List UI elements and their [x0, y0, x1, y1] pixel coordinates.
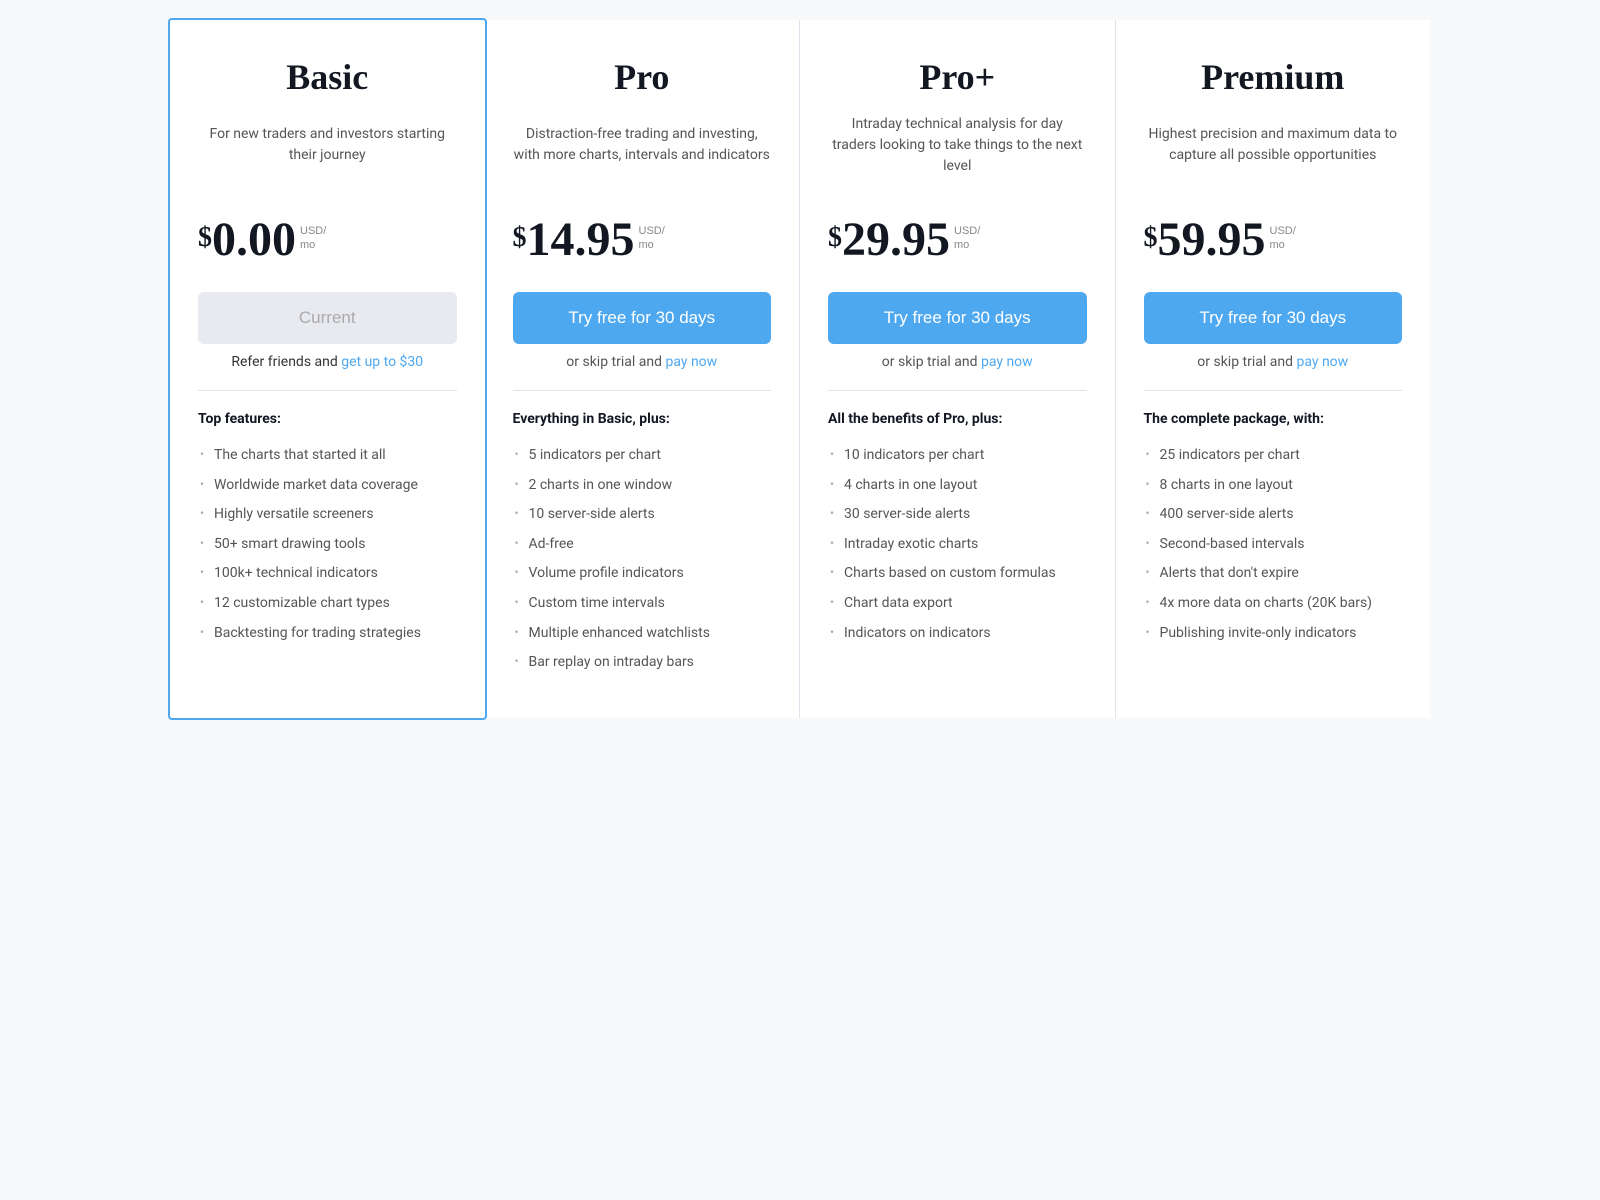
- feature-item-pro-0: 5 indicators per chart: [513, 441, 772, 471]
- feature-item-premium-2: 400 server-side alerts: [1144, 500, 1403, 530]
- feature-item-pro_plus-0: 10 indicators per chart: [828, 441, 1087, 471]
- feature-item-basic-4: 100k+ technical indicators: [198, 559, 457, 589]
- feature-item-basic-6: Backtesting for trading strategies: [198, 619, 457, 649]
- feature-item-pro_plus-6: Indicators on indicators: [828, 619, 1087, 649]
- feature-item-basic-2: Highly versatile screeners: [198, 500, 457, 530]
- divider-pro_plus: [828, 390, 1087, 391]
- feature-item-basic-1: Worldwide market data coverage: [198, 471, 457, 501]
- feature-item-basic-3: 50+ smart drawing tools: [198, 530, 457, 560]
- price-currency-basic: $: [198, 222, 212, 254]
- plan-price-pro: $14.95USD/ mo: [513, 216, 772, 264]
- features-list-basic: The charts that started it allWorldwide …: [198, 441, 457, 648]
- feature-item-pro-4: Volume profile indicators: [513, 559, 772, 589]
- plan-desc-pro: Distraction-free trading and investing, …: [513, 110, 772, 180]
- price-amount-pro_plus: 29.95: [842, 216, 950, 264]
- plan-name-premium: Premium: [1144, 56, 1403, 98]
- feature-item-basic-5: 12 customizable chart types: [198, 589, 457, 619]
- pricing-container: Basic For new traders and investors start…: [170, 20, 1430, 718]
- cta-area-pro_plus: Try free for 30 days or skip trial and pa…: [828, 292, 1087, 370]
- feature-item-pro-3: Ad-free: [513, 530, 772, 560]
- skip-trial-link-premium[interactable]: pay now: [1296, 354, 1348, 370]
- feature-item-premium-0: 25 indicators per chart: [1144, 441, 1403, 471]
- feature-item-pro-5: Custom time intervals: [513, 589, 772, 619]
- divider-premium: [1144, 390, 1403, 391]
- price-period-pro_plus: USD/ mo: [954, 224, 980, 253]
- feature-item-premium-1: 8 charts in one layout: [1144, 471, 1403, 501]
- feature-item-premium-3: Second-based intervals: [1144, 530, 1403, 560]
- plan-name-basic: Basic: [198, 56, 457, 98]
- feature-item-premium-6: Publishing invite-only indicators: [1144, 619, 1403, 649]
- refer-text-basic: Refer friends and get up to $30: [198, 354, 457, 370]
- plan-desc-premium: Highest precision and maximum data to ca…: [1144, 110, 1403, 180]
- features-title-premium: The complete package, with:: [1144, 411, 1403, 427]
- plan-price-pro_plus: $29.95USD/ mo: [828, 216, 1087, 264]
- cta-try-button-pro[interactable]: Try free for 30 days: [513, 292, 772, 344]
- cta-area-basic: Current Refer friends and get up to $30: [198, 292, 457, 370]
- feature-item-pro_plus-4: Charts based on custom formulas: [828, 559, 1087, 589]
- feature-item-basic-0: The charts that started it all: [198, 441, 457, 471]
- price-currency-premium: $: [1144, 222, 1158, 254]
- price-currency-pro: $: [513, 222, 527, 254]
- price-amount-pro: 14.95: [527, 216, 635, 264]
- plan-price-area-basic: $0.00USD/ mo: [198, 216, 457, 264]
- plan-name-pro: Pro: [513, 56, 772, 98]
- feature-item-pro_plus-3: Intraday exotic charts: [828, 530, 1087, 560]
- price-amount-basic: 0.00: [212, 216, 296, 264]
- divider-basic: [198, 390, 457, 391]
- feature-item-pro-1: 2 charts in one window: [513, 471, 772, 501]
- features-list-pro_plus: 10 indicators per chart4 charts in one l…: [828, 441, 1087, 648]
- cta-area-premium: Try free for 30 days or skip trial and pa…: [1144, 292, 1403, 370]
- plan-desc-pro_plus: Intraday technical analysis for day trad…: [828, 110, 1087, 180]
- price-period-basic: USD/ mo: [300, 224, 326, 253]
- price-period-premium: USD/ mo: [1270, 224, 1296, 253]
- plan-price-area-pro: $14.95USD/ mo: [513, 216, 772, 264]
- plan-desc-basic: For new traders and investors starting t…: [198, 110, 457, 180]
- feature-item-premium-5: 4x more data on charts (20K bars): [1144, 589, 1403, 619]
- skip-trial-pro: or skip trial and pay now: [513, 354, 772, 370]
- price-period-pro: USD/ mo: [639, 224, 665, 253]
- features-title-pro: Everything in Basic, plus:: [513, 411, 772, 427]
- divider-pro: [513, 390, 772, 391]
- feature-item-pro-7: Bar replay on intraday bars: [513, 648, 772, 678]
- feature-item-pro_plus-2: 30 server-side alerts: [828, 500, 1087, 530]
- features-title-pro_plus: All the benefits of Pro, plus:: [828, 411, 1087, 427]
- refer-link-basic[interactable]: get up to $30: [341, 354, 423, 370]
- features-title-basic: Top features:: [198, 411, 457, 427]
- skip-trial-link-pro_plus[interactable]: pay now: [981, 354, 1033, 370]
- cta-area-pro: Try free for 30 days or skip trial and pa…: [513, 292, 772, 370]
- plan-card-premium: Premium Highest precision and maximum dat…: [1116, 20, 1431, 718]
- plan-price-premium: $59.95USD/ mo: [1144, 216, 1403, 264]
- plan-price-basic: $0.00USD/ mo: [198, 216, 457, 264]
- skip-trial-link-pro[interactable]: pay now: [665, 354, 717, 370]
- price-amount-premium: 59.95: [1158, 216, 1266, 264]
- feature-item-pro-6: Multiple enhanced watchlists: [513, 619, 772, 649]
- features-list-pro: 5 indicators per chart2 charts in one wi…: [513, 441, 772, 678]
- plan-price-area-premium: $59.95USD/ mo: [1144, 216, 1403, 264]
- plan-card-pro_plus: Pro+ Intraday technical analysis for day …: [800, 20, 1116, 718]
- features-list-premium: 25 indicators per chart8 charts in one l…: [1144, 441, 1403, 648]
- feature-item-pro_plus-5: Chart data export: [828, 589, 1087, 619]
- cta-try-button-premium[interactable]: Try free for 30 days: [1144, 292, 1403, 344]
- plan-card-pro: Pro Distraction-free trading and investin…: [485, 20, 801, 718]
- feature-item-pro-2: 10 server-side alerts: [513, 500, 772, 530]
- feature-item-premium-4: Alerts that don't expire: [1144, 559, 1403, 589]
- skip-trial-premium: or skip trial and pay now: [1144, 354, 1403, 370]
- plan-price-area-pro_plus: $29.95USD/ mo: [828, 216, 1087, 264]
- cta-current-button-basic: Current: [198, 292, 457, 344]
- plan-name-pro_plus: Pro+: [828, 56, 1087, 98]
- skip-trial-pro_plus: or skip trial and pay now: [828, 354, 1087, 370]
- cta-try-button-pro_plus[interactable]: Try free for 30 days: [828, 292, 1087, 344]
- plan-card-basic: Basic For new traders and investors start…: [168, 18, 487, 720]
- price-currency-pro_plus: $: [828, 222, 842, 254]
- feature-item-pro_plus-1: 4 charts in one layout: [828, 471, 1087, 501]
